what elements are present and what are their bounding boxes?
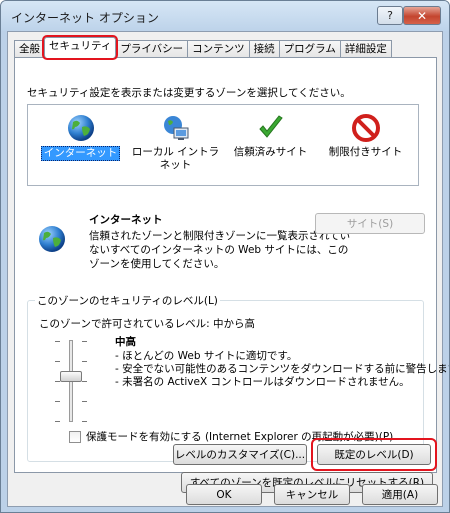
tab-security[interactable]: セキュリティ (41, 35, 119, 60)
protected-mode-checkbox[interactable] (69, 430, 81, 443)
zone-detail-title: インターネット (89, 214, 163, 226)
checkmark-icon (258, 115, 283, 138)
tab-programs[interactable]: プログラム (278, 40, 341, 58)
zone-trusted-sites-label: 信頼済みサイト (233, 146, 308, 158)
zone-list: インターネット ローカル イントラネット 信頼済みサイト 制限付きサイト (27, 104, 419, 186)
tab-general[interactable]: 全般 (14, 40, 45, 58)
cancel-button[interactable]: キャンセル (274, 484, 350, 505)
window-title: インターネット オプション (11, 11, 159, 25)
zone-internet-label: インターネット (40, 146, 121, 161)
tab-advanced[interactable]: 詳細設定 (339, 40, 392, 58)
slider-tick (82, 401, 87, 402)
dialog-client: 全般 セキュリティ プライバシー コンテンツ 接続 プログラム 詳細設定 セキュ… (7, 31, 449, 507)
tab-content[interactable]: コンテンツ (187, 40, 250, 58)
custom-level-button[interactable]: レベルのカスタマイズ(C)... (173, 444, 307, 465)
tab-connections[interactable]: 接続 (248, 40, 280, 58)
level-bullet: - 安全でない可能性のあるコンテンツをダウンロードする前に警告します。 (115, 363, 450, 375)
highlight-box (311, 438, 437, 471)
slider-tick (55, 421, 60, 422)
sites-button[interactable]: サイト(S) (315, 213, 425, 234)
apply-button[interactable]: 適用(A) (362, 484, 438, 505)
slider-tick (82, 381, 87, 382)
restricted-icon (351, 114, 380, 142)
security-level-group-label: このゾーンのセキュリティのレベル(L) (35, 293, 220, 308)
slider-tick (82, 361, 87, 362)
security-tab-panel: セキュリティ設定を表示または変更するゾーンを選択してください。 インターネット (14, 57, 449, 493)
zone-restricted-sites-label: 制限付きサイト (328, 146, 403, 158)
globe-icon (39, 226, 65, 252)
zone-prompt: セキュリティ設定を表示または変更するゾーンを選択してください。 (27, 87, 351, 99)
level-description: - ほとんどの Web サイトに適切です。 - 安全でない可能性のあるコンテンツ… (115, 350, 450, 389)
local-intranet-icon (163, 116, 188, 140)
internet-options-window: インターネット オプション ? ✕ 全般 セキュリティ プライバシー コンテンツ… (0, 0, 450, 513)
tab-privacy[interactable]: プライバシー (115, 40, 189, 58)
globe-icon (67, 115, 94, 141)
level-bullet: - 未署名の ActiveX コントロールはダウンロードされません。 (115, 376, 410, 388)
zone-detail-description: 信頼されたゾーンと制限付きゾーンに一覧表示されていないすべてのインターネットの … (89, 230, 351, 270)
zone-local-intranet-label: ローカル イントラネット (131, 146, 220, 171)
ok-button[interactable]: OK (186, 484, 262, 505)
slider-tick (82, 421, 87, 422)
level-bullet: - ほとんどの Web サイトに適切です。 (115, 350, 298, 362)
slider-thumb[interactable] (60, 371, 82, 382)
slider-tick (55, 361, 60, 362)
allowed-levels-text: このゾーンで許可されているレベル: 中から高 (39, 318, 256, 330)
slider-tick (55, 401, 60, 402)
slider-tick (82, 341, 87, 342)
close-button[interactable]: ✕ (403, 6, 441, 25)
slider-tick (55, 381, 60, 382)
tab-strip: 全般 セキュリティ プライバシー コンテンツ 接続 プログラム 詳細設定 (14, 35, 392, 60)
title-bar[interactable]: インターネット オプション ? ✕ (1, 1, 449, 31)
slider-tick (55, 341, 60, 342)
level-name: 中高 (115, 336, 136, 348)
help-button[interactable]: ? (377, 6, 403, 25)
